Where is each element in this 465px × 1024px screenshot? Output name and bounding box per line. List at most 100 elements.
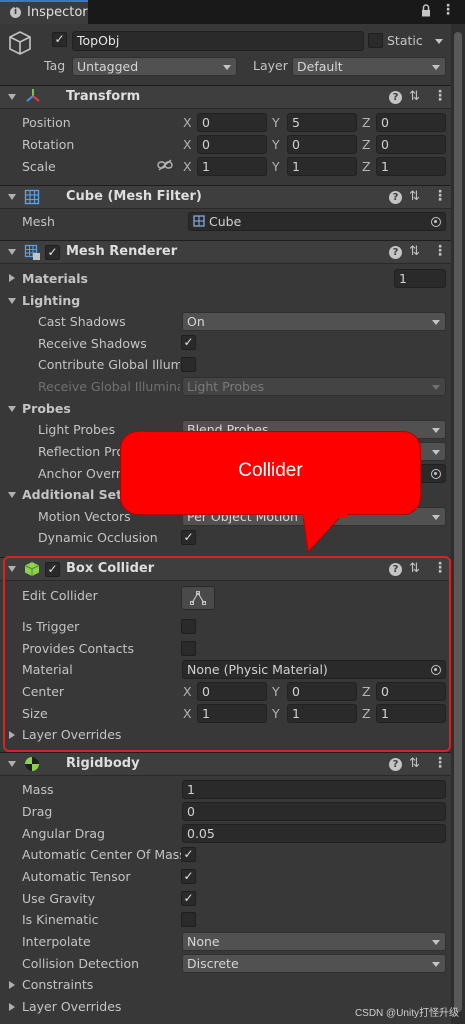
axis-x-label: X — [183, 159, 192, 174]
chevron-down-icon — [223, 65, 231, 70]
mass-field[interactable]: 1 — [182, 780, 446, 799]
receive-shadows-checkbox[interactable]: ✓ — [181, 335, 196, 350]
scrollbar-thumb[interactable] — [454, 32, 462, 1012]
help-icon[interactable]: ? — [389, 246, 402, 259]
axis-z-label: Z — [362, 115, 371, 130]
auto-tensor-checkbox[interactable]: ✓ — [181, 869, 196, 884]
foldout-arrow-icon[interactable] — [9, 274, 15, 282]
mesh-renderer-title: Mesh Renderer — [66, 244, 178, 259]
materials-label[interactable]: Materials — [22, 271, 88, 286]
additional-settings-label[interactable]: Additional Setti — [22, 487, 132, 502]
mesh-object-field[interactable]: Cube — [188, 212, 446, 231]
mesh-renderer-icon — [24, 244, 41, 261]
static-label: Static — [387, 33, 423, 48]
position-y-field[interactable]: 5 — [287, 113, 357, 132]
object-picker-icon[interactable] — [431, 217, 441, 227]
object-name-field[interactable]: TopObj — [72, 31, 364, 51]
foldout-arrow-icon[interactable] — [8, 492, 16, 498]
presets-icon[interactable]: ⇅ — [409, 757, 420, 770]
callout-text: Collider — [238, 460, 303, 481]
mesh-renderer-enabled-checkbox[interactable]: ✓ — [45, 245, 60, 260]
scale-z-field[interactable]: 1 — [376, 157, 446, 176]
reflection-probes-label: Reflection Pro — [38, 444, 124, 459]
constraints-label[interactable]: Constraints — [22, 977, 93, 992]
presets-icon[interactable]: ⇅ — [409, 245, 420, 258]
collision-detection-value: Discrete — [187, 956, 239, 971]
interpolate-dropdown[interactable]: None — [182, 932, 446, 951]
foldout-arrow-icon[interactable] — [9, 981, 15, 989]
cube-icon — [8, 30, 32, 56]
tag-value: Untagged — [77, 59, 139, 74]
foldout-arrow-icon[interactable] — [8, 406, 16, 412]
box-collider-highlight — [3, 556, 451, 752]
axis-y-label: Y — [272, 115, 280, 130]
auto-center-of-mass-checkbox[interactable]: ✓ — [181, 847, 196, 862]
layer-dropdown[interactable]: Default — [292, 57, 446, 76]
anchor-override-label: Anchor Overri — [38, 466, 125, 481]
lighting-label[interactable]: Lighting — [22, 293, 80, 308]
link-icon[interactable] — [157, 159, 173, 171]
foldout-arrow-icon[interactable] — [8, 94, 16, 100]
dynamic-occlusion-checkbox[interactable]: ✓ — [181, 530, 196, 545]
is-kinematic-checkbox[interactable] — [181, 912, 196, 927]
kebab-icon[interactable]: ⋮ — [441, 3, 455, 17]
tag-label: Tag — [44, 58, 66, 73]
help-icon[interactable]: ? — [389, 191, 402, 204]
contribute-gi-checkbox[interactable] — [181, 357, 196, 372]
static-dropdown-arrow[interactable] — [435, 39, 443, 44]
rotation-y-field[interactable]: 0 — [287, 135, 357, 154]
position-label: Position — [22, 115, 71, 130]
presets-icon[interactable]: ⇅ — [409, 190, 420, 203]
component-menu-icon[interactable]: ⋮ — [433, 244, 447, 258]
foldout-arrow-icon[interactable] — [8, 249, 16, 255]
scale-x-field[interactable]: 1 — [197, 157, 267, 176]
position-z-field[interactable]: 0 — [376, 113, 446, 132]
rotation-label: Rotation — [22, 137, 75, 152]
scale-y-field[interactable]: 1 — [287, 157, 357, 176]
axis-y-label: Y — [272, 137, 280, 152]
foldout-arrow-icon[interactable] — [9, 1003, 15, 1011]
lock-icon[interactable] — [421, 4, 431, 17]
chevron-down-icon — [432, 450, 440, 455]
use-gravity-checkbox[interactable]: ✓ — [181, 891, 196, 906]
drag-field[interactable]: 0 — [182, 802, 446, 821]
materials-count-field[interactable]: 1 — [394, 269, 446, 288]
mesh-label: Mesh — [22, 214, 55, 229]
foldout-arrow-icon[interactable] — [8, 194, 16, 200]
probes-label[interactable]: Probes — [22, 401, 71, 416]
position-x-field[interactable]: 0 — [197, 113, 267, 132]
cast-shadows-label: Cast Shadows — [38, 314, 126, 329]
rotation-z-field[interactable]: 0 — [376, 135, 446, 154]
static-checkbox[interactable] — [368, 33, 383, 48]
cast-shadows-value: On — [187, 314, 205, 329]
axis-y-label: Y — [272, 159, 280, 174]
info-icon: i — [10, 7, 21, 18]
component-menu-icon[interactable]: ⋮ — [433, 89, 447, 103]
help-icon[interactable]: ? — [389, 758, 402, 771]
collision-detection-dropdown[interactable]: Discrete — [182, 954, 446, 973]
transform-icon — [25, 88, 41, 104]
component-menu-icon[interactable]: ⋮ — [433, 189, 447, 203]
cast-shadows-dropdown[interactable]: On — [182, 312, 446, 331]
interpolate-label: Interpolate — [22, 934, 91, 949]
rotation-x-field[interactable]: 0 — [197, 135, 267, 154]
rigidbody-layer-overrides-label[interactable]: Layer Overrides — [22, 999, 121, 1014]
mesh-icon — [193, 215, 205, 227]
dynamic-occlusion-label: Dynamic Occlusion — [38, 530, 158, 545]
object-active-checkbox[interactable]: ✓ — [52, 32, 67, 47]
foldout-arrow-icon[interactable] — [8, 298, 16, 304]
presets-icon[interactable]: ⇅ — [409, 90, 420, 103]
contribute-gi-label: Contribute Global Illumi — [38, 357, 180, 372]
mesh-value: Cube — [209, 214, 242, 229]
auto-center-of-mass-label: Automatic Center Of Mass — [22, 847, 186, 862]
object-picker-icon[interactable] — [431, 469, 441, 479]
tag-dropdown[interactable]: Untagged — [72, 57, 237, 76]
drag-label: Drag — [22, 804, 53, 819]
component-menu-icon[interactable]: ⋮ — [433, 756, 447, 770]
angular-drag-field[interactable]: 0.05 — [182, 824, 446, 843]
chevron-down-icon — [432, 320, 440, 325]
foldout-arrow-icon[interactable] — [8, 761, 16, 767]
receive-gi-dropdown[interactable]: Light Probes — [182, 377, 446, 396]
help-icon[interactable]: ? — [389, 91, 402, 104]
tab-inspector[interactable]: i Inspector — [0, 0, 88, 24]
